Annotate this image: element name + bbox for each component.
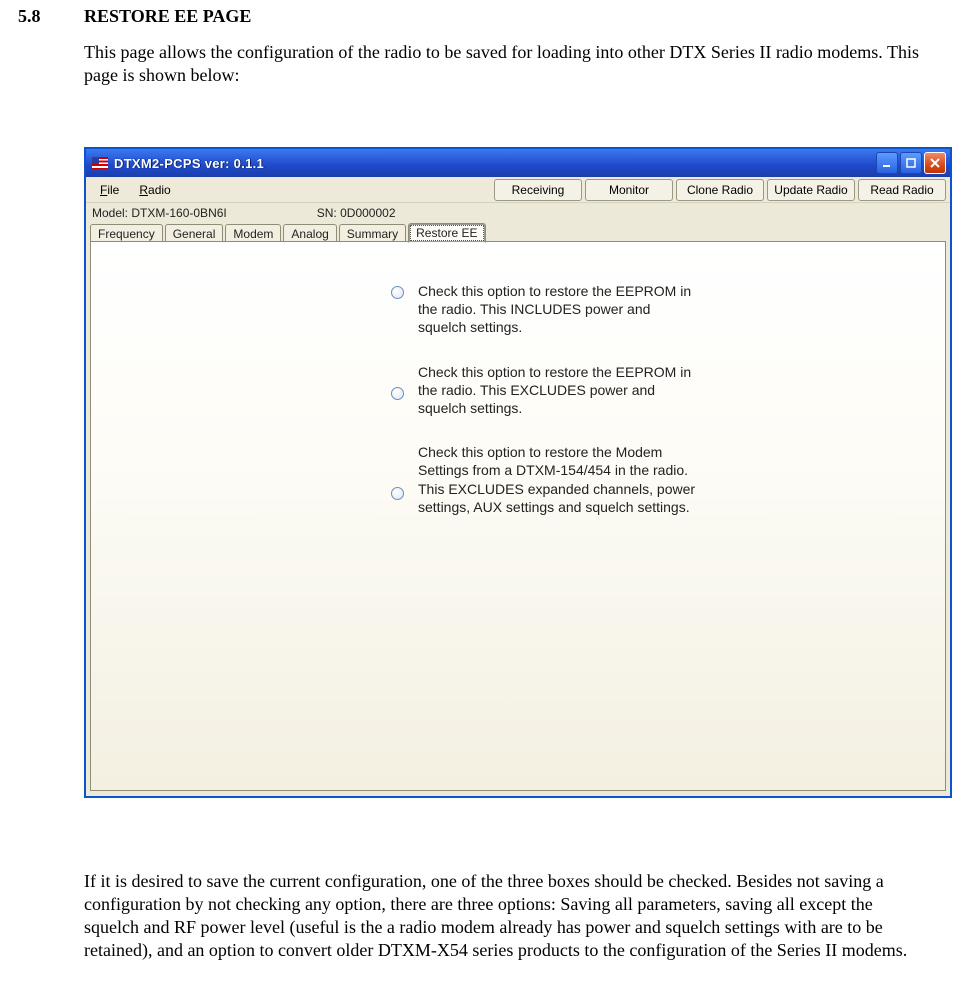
- footer-paragraph: If it is desired to save the current con…: [84, 870, 929, 962]
- window-title: DTXM2-PCPS ver: 0.1.1: [114, 156, 870, 171]
- section-number: 5.8: [18, 6, 84, 27]
- menu-radio[interactable]: Radio: [129, 180, 180, 200]
- restore-option-excludes-label: Check this option to restore the EEPROM …: [418, 363, 701, 418]
- titlebar: DTXM2-PCPS ver: 0.1.1: [86, 149, 950, 177]
- info-row: Model: DTXM-160-0BN6I SN: 0D000002: [86, 203, 950, 220]
- restore-option-excludes[interactable]: Check this option to restore the EEPROM …: [391, 363, 701, 418]
- maximize-icon: [906, 158, 916, 168]
- model-label: Model:: [92, 206, 128, 220]
- restore-option-includes-label: Check this option to restore the EEPROM …: [418, 282, 701, 337]
- section-heading: 5.8 RESTORE EE PAGE: [18, 6, 957, 27]
- intro-paragraph: This page allows the configuration of th…: [84, 41, 927, 87]
- section-title: RESTORE EE PAGE: [84, 6, 251, 27]
- restore-option-legacy-label: Check this option to restore the Modem S…: [418, 443, 701, 516]
- maximize-button[interactable]: [900, 152, 922, 174]
- restore-option-includes[interactable]: Check this option to restore the EEPROM …: [391, 282, 701, 337]
- tab-restore-ee[interactable]: Restore EE: [408, 223, 485, 243]
- radio-icon[interactable]: [391, 387, 404, 400]
- radio-icon[interactable]: [391, 487, 404, 500]
- minimize-icon: [882, 158, 892, 168]
- sn-field: SN: 0D000002: [317, 206, 396, 220]
- monitor-button[interactable]: Monitor: [585, 179, 673, 201]
- app-window: DTXM2-PCPS ver: 0.1.1 File Radio Receivi…: [84, 147, 952, 798]
- model-field: Model: DTXM-160-0BN6I: [92, 206, 227, 220]
- menu-radio-rest: adio: [148, 183, 171, 197]
- minimize-button[interactable]: [876, 152, 898, 174]
- clone-radio-button[interactable]: Clone Radio: [676, 179, 764, 201]
- read-radio-button[interactable]: Read Radio: [858, 179, 946, 201]
- sn-label: SN:: [317, 206, 337, 220]
- app-icon: [92, 157, 108, 169]
- menu-file-rest: ile: [107, 183, 119, 197]
- receiving-button[interactable]: Receiving: [494, 179, 582, 201]
- model-value: DTXM-160-0BN6I: [131, 206, 226, 220]
- sn-value: 0D000002: [340, 206, 395, 220]
- restore-ee-page: Check this option to restore the EEPROM …: [90, 241, 946, 791]
- window-buttons: [876, 152, 946, 174]
- menu-file[interactable]: File: [90, 180, 129, 200]
- tab-strip: Frequency General Modem Analog Summary R…: [86, 220, 950, 242]
- radio-icon[interactable]: [391, 286, 404, 299]
- close-button[interactable]: [924, 152, 946, 174]
- close-icon: [930, 158, 940, 168]
- update-radio-button[interactable]: Update Radio: [767, 179, 855, 201]
- restore-option-legacy[interactable]: Check this option to restore the Modem S…: [391, 443, 701, 516]
- menubar: File Radio Receiving Monitor Clone Radio…: [86, 177, 950, 203]
